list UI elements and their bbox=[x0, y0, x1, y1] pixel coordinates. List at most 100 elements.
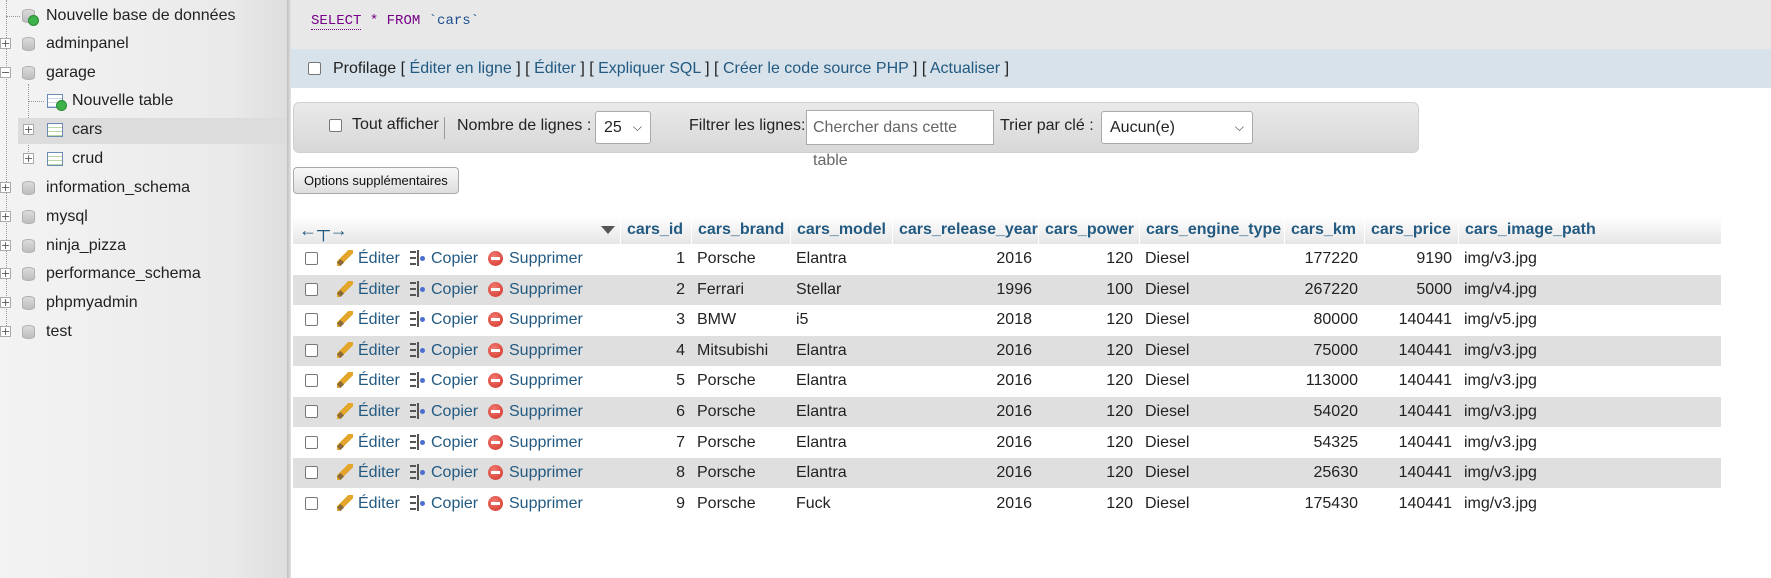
cell-cars-power[interactable]: 120 bbox=[1038, 305, 1139, 335]
profiling-checkbox[interactable] bbox=[308, 62, 321, 75]
show-all-label[interactable]: Tout afficher bbox=[352, 116, 439, 134]
table-row[interactable]: Éditer Copier Supprimer 7 Porsche Elantra 2016… bbox=[293, 427, 1721, 458]
cell-cars-image-path[interactable]: img/v3.jpg bbox=[1458, 366, 1721, 396]
copy-row-link[interactable]: Copier bbox=[409, 336, 478, 366]
cell-cars-km[interactable]: 80000 bbox=[1284, 305, 1364, 335]
copy-row-link[interactable]: Copier bbox=[409, 244, 478, 274]
cell-cars-model[interactable]: Elantra bbox=[790, 336, 892, 366]
column-header-cars-engine-type[interactable]: cars_engine_type bbox=[1139, 216, 1284, 244]
cell-cars-power[interactable]: 120 bbox=[1038, 458, 1139, 488]
copy-row-link[interactable]: Copier bbox=[409, 428, 478, 458]
expand-icon[interactable]: + bbox=[0, 326, 11, 337]
cell-cars-model[interactable]: i5 bbox=[790, 305, 892, 335]
cell-cars-model[interactable]: Elantra bbox=[790, 244, 892, 274]
cell-cars-id[interactable]: 7 bbox=[620, 428, 691, 458]
copy-row-link[interactable]: Copier bbox=[409, 489, 478, 519]
table-row[interactable]: Éditer Copier Supprimer 4 Mitsubishi Elantra 2… bbox=[293, 335, 1721, 366]
column-menu-icon[interactable] bbox=[601, 226, 615, 234]
row-checkbox[interactable] bbox=[305, 343, 318, 357]
column-header-cars-price[interactable]: cars_price bbox=[1364, 216, 1458, 244]
cell-cars-image-path[interactable]: img/v3.jpg bbox=[1458, 428, 1721, 458]
cell-cars-model[interactable]: Elantra bbox=[790, 366, 892, 396]
cell-cars-id[interactable]: 1 bbox=[620, 244, 691, 274]
edit-row-link[interactable]: Éditer bbox=[337, 275, 400, 305]
cell-cars-power[interactable]: 100 bbox=[1038, 275, 1139, 305]
expand-icon[interactable]: + bbox=[0, 182, 11, 193]
tree-item-new-database[interactable]: Nouvelle base de données bbox=[46, 5, 235, 27]
cell-cars-id[interactable]: 2 bbox=[620, 275, 691, 305]
copy-row-link[interactable]: Copier bbox=[409, 275, 478, 305]
cell-cars-id[interactable]: 4 bbox=[620, 336, 691, 366]
refresh-link[interactable]: Actualiser bbox=[930, 60, 1000, 77]
cell-cars-km[interactable]: 25630 bbox=[1284, 458, 1364, 488]
sql-keyword-select[interactable]: SELECT bbox=[311, 13, 362, 30]
column-header-cars-power[interactable]: cars_power bbox=[1038, 216, 1139, 244]
cell-cars-id[interactable]: 9 bbox=[620, 489, 691, 519]
row-checkbox[interactable] bbox=[305, 405, 318, 418]
delete-row-link[interactable]: Supprimer bbox=[488, 489, 583, 519]
cell-cars-power[interactable]: 120 bbox=[1038, 366, 1139, 396]
cell-cars-image-path[interactable]: img/v3.jpg bbox=[1458, 458, 1721, 488]
cell-cars-km[interactable]: 75000 bbox=[1284, 336, 1364, 366]
cell-cars-id[interactable]: 5 bbox=[620, 366, 691, 396]
delete-row-link[interactable]: Supprimer bbox=[488, 366, 583, 396]
column-header-cars-model[interactable]: cars_model bbox=[790, 216, 892, 244]
cell-cars-price[interactable]: 140441 bbox=[1364, 336, 1458, 366]
column-header-cars-km[interactable]: cars_km bbox=[1284, 216, 1364, 244]
row-checkbox[interactable] bbox=[305, 496, 318, 510]
cell-cars-brand[interactable]: Porsche bbox=[691, 458, 790, 488]
delete-row-link[interactable]: Supprimer bbox=[488, 305, 583, 335]
copy-row-link[interactable]: Copier bbox=[409, 397, 478, 427]
table-row[interactable]: Éditer Copier Supprimer 3 BMW i5 2018 120 Diesel… bbox=[293, 305, 1721, 336]
row-checkbox[interactable] bbox=[305, 252, 318, 265]
cell-cars-engine-type[interactable]: Diesel bbox=[1139, 428, 1284, 458]
cell-cars-image-path[interactable]: img/v3.jpg bbox=[1458, 336, 1721, 366]
tree-item-cars[interactable]: cars bbox=[72, 119, 102, 141]
table-row[interactable]: Éditer Copier Supprimer 2 Ferrari Stellar 1996… bbox=[293, 274, 1721, 305]
cell-cars-release-year[interactable]: 2016 bbox=[892, 428, 1038, 458]
cell-cars-power[interactable]: 120 bbox=[1038, 336, 1139, 366]
table-row[interactable]: Éditer Copier Supprimer 6 Porsche Elantra 2016… bbox=[293, 397, 1721, 427]
cell-cars-km[interactable]: 54325 bbox=[1284, 428, 1364, 458]
cell-cars-price[interactable]: 5000 bbox=[1364, 275, 1458, 305]
row-checkbox[interactable] bbox=[305, 435, 318, 449]
row-checkbox[interactable] bbox=[305, 466, 318, 480]
copy-row-link[interactable]: Copier bbox=[409, 366, 478, 396]
expand-icon[interactable]: + bbox=[23, 124, 34, 135]
row-checkbox[interactable] bbox=[305, 313, 318, 327]
edit-inline-link[interactable]: Éditer en ligne bbox=[410, 60, 512, 77]
rows-count-select[interactable]: 25 ⌵ bbox=[595, 111, 651, 144]
cell-cars-model[interactable]: Fuck bbox=[790, 489, 892, 519]
column-header-cars-brand[interactable]: cars_brand bbox=[691, 216, 790, 244]
cell-cars-image-path[interactable]: img/v5.jpg bbox=[1458, 305, 1721, 335]
cell-cars-price[interactable]: 140441 bbox=[1364, 458, 1458, 488]
expand-icon[interactable]: + bbox=[0, 38, 11, 49]
cell-cars-engine-type[interactable]: Diesel bbox=[1139, 275, 1284, 305]
cell-cars-brand[interactable]: Porsche bbox=[691, 244, 790, 274]
cell-cars-brand[interactable]: Porsche bbox=[691, 397, 790, 427]
row-checkbox[interactable] bbox=[305, 282, 318, 296]
cell-cars-price[interactable]: 9190 bbox=[1364, 244, 1458, 274]
cell-cars-image-path[interactable]: img/v3.jpg bbox=[1458, 489, 1721, 519]
cell-cars-engine-type[interactable]: Diesel bbox=[1139, 366, 1284, 396]
cell-cars-engine-type[interactable]: Diesel bbox=[1139, 244, 1284, 274]
cell-cars-price[interactable]: 140441 bbox=[1364, 397, 1458, 427]
cell-cars-engine-type[interactable]: Diesel bbox=[1139, 336, 1284, 366]
create-php-code-link[interactable]: Créer le code source PHP bbox=[723, 60, 909, 77]
cell-cars-brand[interactable]: Ferrari bbox=[691, 275, 790, 305]
expand-icon[interactable]: + bbox=[23, 153, 34, 164]
cell-cars-release-year[interactable]: 2016 bbox=[892, 489, 1038, 519]
cell-cars-image-path[interactable]: img/v4.jpg bbox=[1458, 275, 1721, 305]
cell-cars-engine-type[interactable]: Diesel bbox=[1139, 489, 1284, 519]
cell-cars-brand[interactable]: Porsche bbox=[691, 428, 790, 458]
edit-row-link[interactable]: Éditer bbox=[337, 366, 400, 396]
tree-item-adminpanel[interactable]: adminpanel bbox=[46, 33, 129, 55]
cell-cars-km[interactable]: 113000 bbox=[1284, 366, 1364, 396]
column-header-cars-release-year[interactable]: cars_release_year bbox=[892, 216, 1038, 244]
edit-row-link[interactable]: Éditer bbox=[337, 244, 400, 274]
column-arrows-icon[interactable]: ←┬→ bbox=[299, 216, 348, 244]
cell-cars-id[interactable]: 6 bbox=[620, 397, 691, 427]
cell-cars-release-year[interactable]: 1996 bbox=[892, 275, 1038, 305]
edit-row-link[interactable]: Éditer bbox=[337, 397, 400, 427]
tree-item-performance-schema[interactable]: performance_schema bbox=[46, 263, 201, 285]
